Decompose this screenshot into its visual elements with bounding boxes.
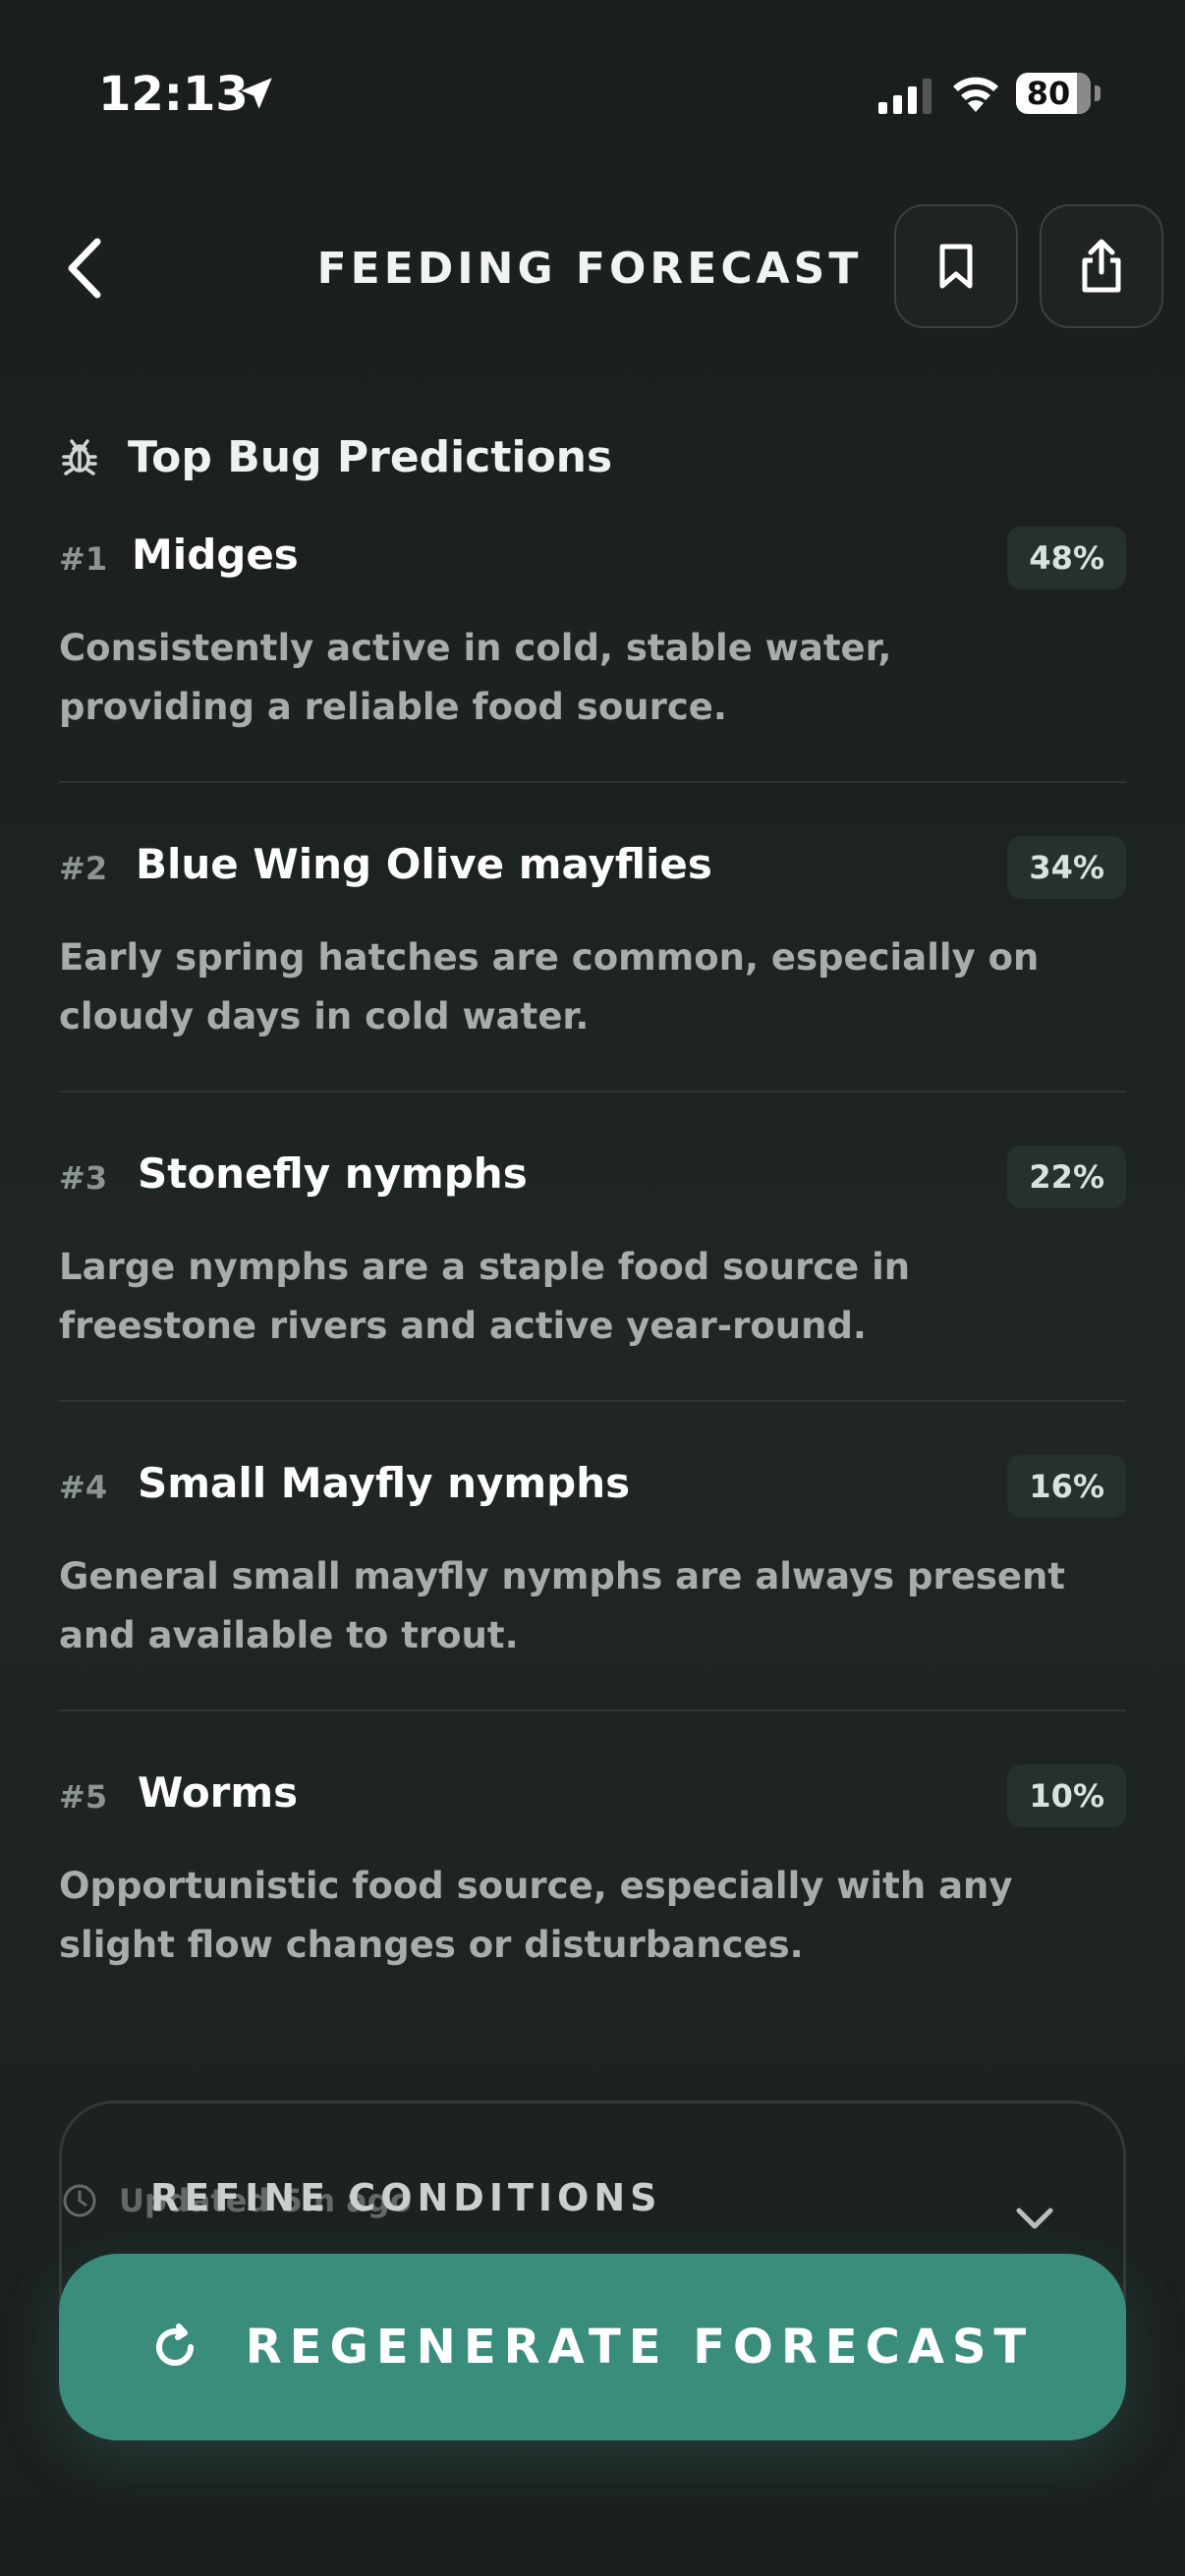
page-title: FEEDING FORECAST [316, 244, 863, 294]
description-line: Early spring hatches are common, especia… [59, 936, 1040, 979]
description-line: providing a reliable food source. [59, 686, 727, 728]
prediction-percent-badge: 34% [1007, 836, 1126, 899]
prediction-name: Worms [138, 1768, 299, 1817]
bookmark-icon [939, 244, 973, 289]
prediction-rank: #5 [59, 1778, 108, 1816]
battery-icon: 80 [1016, 73, 1100, 116]
location-arrow-icon [236, 73, 277, 118]
refresh-icon [151, 2324, 198, 2371]
share-icon [1082, 239, 1121, 293]
cellular-signal-icon [876, 77, 935, 116]
description-line: Consistently active in cold, stable wate… [59, 627, 892, 669]
prediction-description: Early spring hatches are common, especia… [59, 928, 1126, 1046]
prediction-item[interactable]: #4 Small Mayfly nymphs 16% General small… [59, 1455, 1126, 1671]
regenerate-label: REGENERATE FORECAST [245, 2320, 1035, 2375]
prediction-percent-badge: 48% [1007, 527, 1126, 589]
back-button[interactable] [57, 234, 110, 303]
prediction-item[interactable]: #3 Stonefly nymphs 22% Large nymphs are … [59, 1146, 1126, 1362]
divider [59, 781, 1126, 783]
prediction-name: Stonefly nymphs [138, 1149, 528, 1198]
nav-bar: FEEDING FORECAST [0, 196, 1185, 334]
regenerate-forecast-button[interactable]: REGENERATE FORECAST [59, 2254, 1126, 2440]
prediction-percent-badge: 10% [1007, 1764, 1126, 1827]
description-line: and available to trout. [59, 1614, 519, 1656]
prediction-name: Midges [132, 531, 299, 579]
section-header: Top Bug Predictions [59, 422, 612, 491]
prediction-rank: #1 [59, 540, 108, 578]
description-line: Opportunistic food source, especially wi… [59, 1865, 1013, 1907]
divider [59, 1400, 1126, 1402]
bug-icon [59, 436, 100, 477]
share-button[interactable] [1040, 204, 1163, 328]
prediction-description: Large nymphs are a staple food source in… [59, 1238, 1126, 1356]
chevron-left-icon [68, 238, 101, 299]
prediction-rank: #4 [59, 1469, 108, 1506]
prediction-percent-badge: 22% [1007, 1146, 1126, 1208]
refine-title: REFINE CONDITIONS [150, 2176, 662, 2219]
divider [59, 1709, 1126, 1711]
description-line: freestone rivers and active year-round. [59, 1305, 867, 1347]
prediction-rank: #2 [59, 850, 108, 887]
clock-icon [63, 2184, 96, 2217]
prediction-description: General small mayfly nymphs are always p… [59, 1547, 1126, 1665]
status-bar: 12:13 80 [0, 0, 1185, 196]
prediction-item[interactable]: #5 Worms 10% Opportunistic food source, … [59, 1764, 1126, 1981]
status-time: 12:13 [98, 67, 249, 122]
prediction-name: Blue Wing Olive mayflies [136, 840, 712, 888]
prediction-name: Small Mayfly nymphs [138, 1459, 631, 1507]
bookmark-button[interactable] [894, 204, 1018, 328]
chevron-down-icon[interactable] [1015, 2206, 1054, 2235]
description-line: Large nymphs are a staple food source in [59, 1246, 911, 1288]
prediction-rank: #3 [59, 1159, 108, 1197]
prediction-description: Opportunistic food source, especially wi… [59, 1857, 1126, 1975]
description-line: cloudy days in cold water. [59, 995, 590, 1037]
prediction-description: Consistently active in cold, stable wate… [59, 619, 1126, 737]
prediction-item[interactable]: #1 Midges 48% Consistently active in col… [59, 527, 1126, 743]
prediction-item[interactable]: #2 Blue Wing Olive mayflies 34% Early sp… [59, 836, 1126, 1052]
prediction-percent-badge: 16% [1007, 1455, 1126, 1518]
divider [59, 1091, 1126, 1092]
wifi-icon [949, 71, 1002, 118]
section-title: Top Bug Predictions [128, 431, 613, 482]
description-line: slight flow changes or disturbances. [59, 1924, 804, 1966]
battery-level: 80 [1026, 75, 1071, 112]
description-line: General small mayfly nymphs are always p… [59, 1555, 1065, 1597]
